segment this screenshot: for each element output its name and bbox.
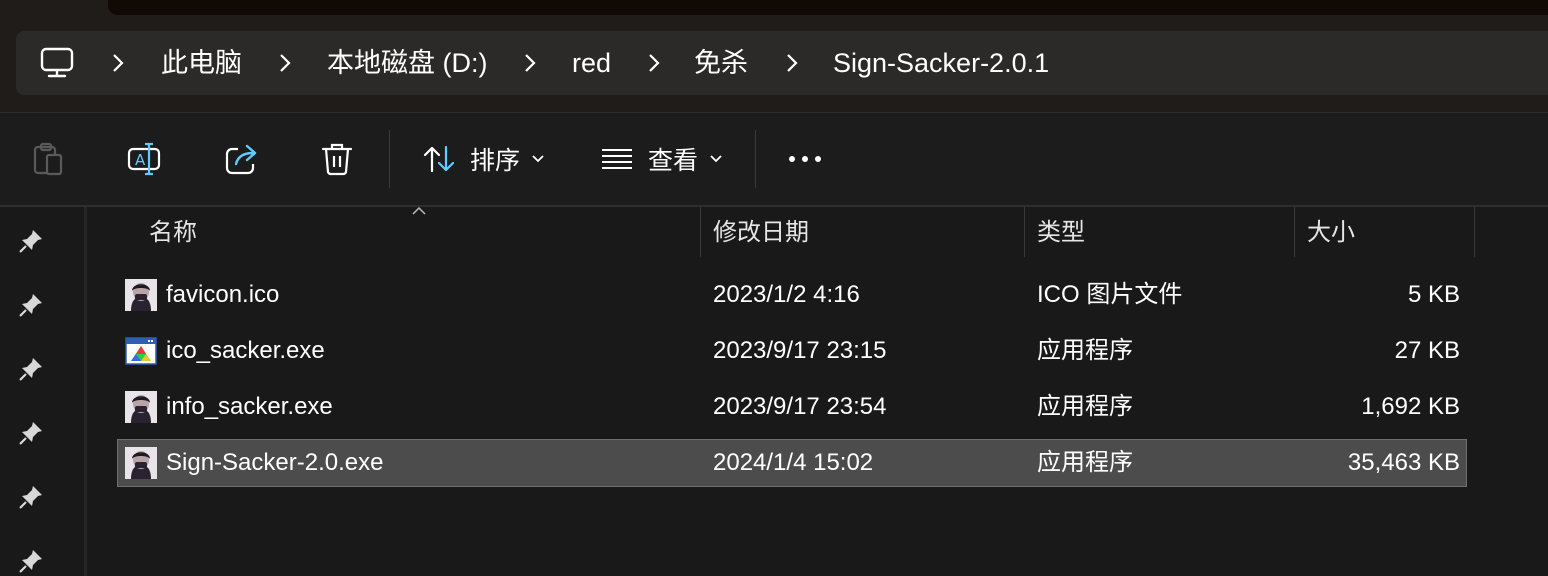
file-size: 35,463 KB	[1347, 449, 1460, 476]
breadcrumb-current-folder[interactable]: Sign-Sacker-2.0.1	[833, 31, 1049, 95]
tab-strip	[108, 0, 1548, 15]
file-name: ico_sacker.exe	[166, 337, 325, 364]
file-type: 应用程序	[1037, 393, 1133, 420]
pin-icon[interactable]	[18, 484, 44, 510]
pin-icon[interactable]	[18, 420, 44, 446]
file-name: Sign-Sacker-2.0.exe	[166, 449, 384, 476]
more-dots-icon	[789, 156, 821, 162]
pane-divider[interactable]	[84, 207, 87, 576]
chevron-right-icon[interactable]	[278, 52, 292, 74]
pin-icon[interactable]	[18, 356, 44, 382]
chevron-right-icon[interactable]	[523, 52, 537, 74]
avatar-image-icon	[125, 447, 157, 479]
breadcrumb-red[interactable]: red	[572, 31, 611, 95]
chevron-right-icon[interactable]	[111, 52, 125, 74]
sort-arrows-icon	[423, 145, 455, 173]
view-button[interactable]: 查看	[600, 113, 722, 205]
svg-text:A: A	[135, 151, 146, 169]
application-window-icon	[125, 337, 157, 365]
breadcrumb-mianshA[interactable]: 免杀	[694, 31, 748, 95]
sort-label: 排序	[470, 147, 521, 175]
delete-button[interactable]	[320, 113, 354, 205]
column-separator[interactable]	[1024, 207, 1025, 257]
column-separator[interactable]	[1294, 207, 1295, 257]
file-row[interactable]: favicon.ico 2023/1/2 4:16 ICO 图片文件 5 KB	[117, 271, 1467, 319]
this-pc-icon[interactable]	[40, 47, 74, 79]
toolbar-separator	[389, 130, 390, 188]
file-modified: 2024/1/4 15:02	[713, 449, 874, 476]
pin-icon[interactable]	[18, 292, 44, 318]
rename-icon: A	[127, 142, 161, 176]
view-lines-icon	[602, 149, 632, 169]
file-row[interactable]: ico_sacker.exe 2023/9/17 23:15 应用程序 27 K…	[117, 327, 1467, 375]
column-header-type[interactable]: 类型	[1037, 207, 1085, 259]
file-modified: 2023/1/2 4:16	[713, 281, 860, 308]
file-row[interactable]: info_sacker.exe 2023/9/17 23:54 应用程序 1,6…	[117, 383, 1467, 431]
share-button[interactable]	[224, 113, 260, 205]
file-size: 27 KB	[1394, 337, 1460, 364]
view-label: 查看	[648, 147, 699, 175]
chevron-right-icon[interactable]	[647, 52, 661, 74]
column-separator[interactable]	[1474, 207, 1475, 257]
chevron-down-icon	[532, 155, 544, 163]
rename-button[interactable]: A	[127, 113, 165, 205]
navigation-pane	[0, 207, 82, 576]
chevron-down-icon	[710, 155, 722, 163]
file-row-selected[interactable]: Sign-Sacker-2.0.exe 2024/1/4 15:02 应用程序 …	[117, 439, 1467, 487]
column-separator[interactable]	[700, 207, 701, 257]
pin-icon[interactable]	[18, 548, 44, 574]
paste-button[interactable]	[31, 113, 65, 205]
command-bar: A 排序 查看	[0, 113, 1548, 205]
column-header-name[interactable]: 名称	[149, 207, 197, 259]
breadcrumb-drive-d[interactable]: 本地磁盘 (D:)	[327, 31, 487, 95]
sort-ascending-indicator-icon	[412, 206, 426, 215]
column-header-size[interactable]: 大小	[1307, 207, 1355, 259]
file-size: 1,692 KB	[1361, 393, 1460, 420]
avatar-image-icon	[125, 279, 157, 311]
sort-button[interactable]: 排序	[422, 113, 544, 205]
address-bar[interactable]: 此电脑 本地磁盘 (D:) red 免杀 Sign-Sacker-2.0.1	[16, 31, 1548, 95]
file-modified: 2023/9/17 23:15	[713, 337, 887, 364]
breadcrumb-this-pc[interactable]: 此电脑	[161, 31, 242, 95]
clipboard-icon	[33, 142, 63, 176]
chevron-right-icon[interactable]	[785, 52, 799, 74]
toolbar-separator	[755, 130, 756, 188]
share-icon	[225, 144, 257, 175]
file-modified: 2023/9/17 23:54	[713, 393, 887, 420]
file-type: 应用程序	[1037, 337, 1133, 364]
pin-icon[interactable]	[18, 228, 44, 254]
file-name: info_sacker.exe	[166, 393, 333, 420]
trash-icon	[321, 143, 353, 176]
file-type: 应用程序	[1037, 449, 1133, 476]
file-name: favicon.ico	[166, 281, 280, 308]
file-type: ICO 图片文件	[1037, 281, 1183, 308]
avatar-image-icon	[125, 391, 157, 423]
column-header-modified[interactable]: 修改日期	[713, 207, 809, 259]
more-options-button[interactable]	[788, 113, 822, 205]
file-size: 5 KB	[1407, 281, 1460, 308]
